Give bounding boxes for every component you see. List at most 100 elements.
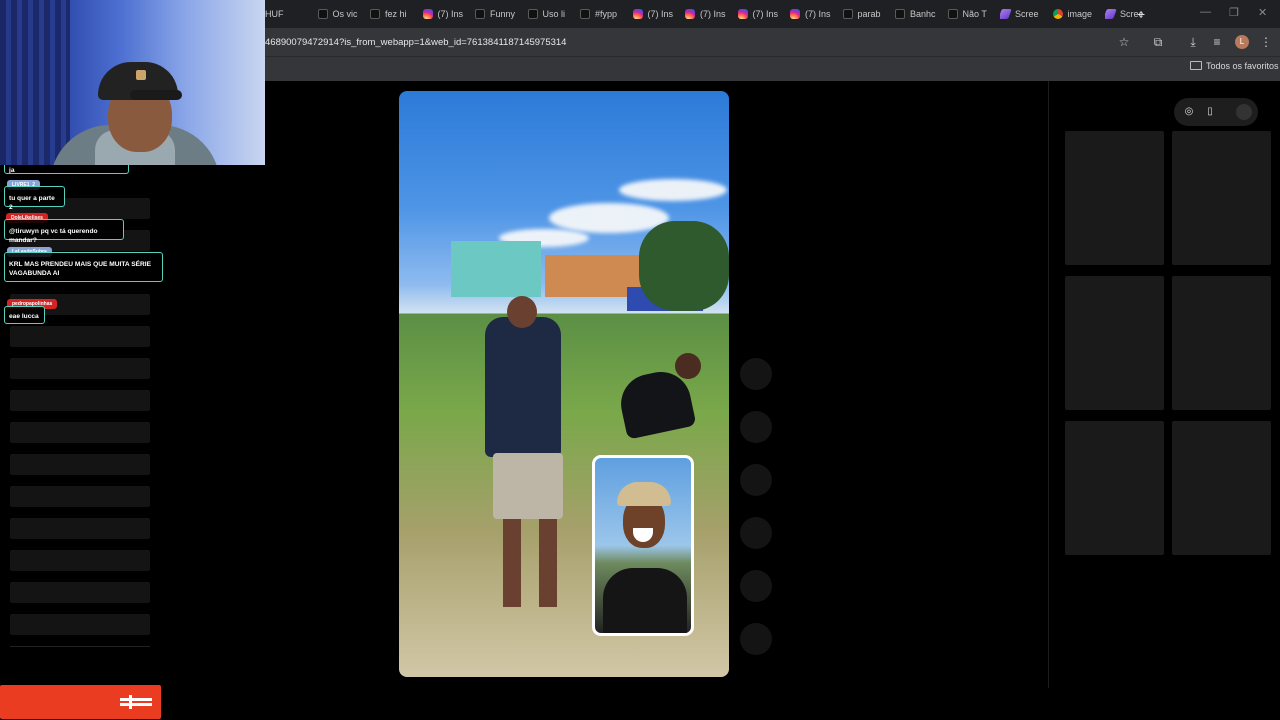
tiktok-icon <box>947 9 958 19</box>
chat-message: tu quer a parte 2 <box>4 186 65 211</box>
browser-tab[interactable]: Os vic <box>317 5 367 23</box>
tab-label: image <box>1067 9 1093 19</box>
video-inset-reaction <box>592 455 694 636</box>
browser-tab[interactable]: (7) Ins <box>737 5 787 23</box>
chat-placeholder-row <box>10 550 150 571</box>
tab-label: HUF <box>265 9 284 19</box>
address-bar-url[interactable]: 46890079472914?is_from_webapp=1&web_id=7… <box>265 37 566 48</box>
media-control-icon[interactable]: ≡ <box>1210 35 1224 49</box>
browser-tab[interactable]: parab <box>842 5 892 23</box>
chat-message: KRL MAS PRENDEU MAIS QUE MUITA SÉRIE VAG… <box>4 252 163 282</box>
tiktok-icon <box>370 9 380 19</box>
compass-icon[interactable]: ◎ <box>1183 106 1195 118</box>
chat-placeholder-row <box>10 486 150 507</box>
tiktok-icon <box>317 9 328 19</box>
browser-tab[interactable]: image <box>1052 5 1102 23</box>
webcam-feed <box>0 0 265 165</box>
chat-placeholder-row <box>10 518 150 539</box>
insta-icon <box>790 9 800 19</box>
extensions-icon[interactable]: ⧉ <box>1151 35 1165 49</box>
comment-button[interactable] <box>740 411 772 443</box>
chat-placeholder-row <box>10 326 150 347</box>
download-icon[interactable]: ⤓ <box>1186 35 1200 49</box>
tiktok-icon <box>475 9 485 19</box>
tab-label: parab <box>857 9 881 19</box>
video-person-leg <box>503 519 521 607</box>
grid-tile[interactable] <box>1172 421 1271 555</box>
bookmark-star-icon[interactable]: ☆ <box>1117 35 1131 49</box>
grid-tile[interactable] <box>1065 131 1164 265</box>
video-building <box>451 241 541 297</box>
insta-icon <box>422 9 433 19</box>
webcam-curtain <box>0 0 70 165</box>
browser-tab[interactable]: fez hi <box>370 5 419 23</box>
browser-tab[interactable]: HUF <box>265 5 314 23</box>
tab-label: Scree <box>1015 9 1039 19</box>
close-window-icon[interactable]: ✕ <box>1258 6 1267 19</box>
browser-tab[interactable]: #fypp <box>580 5 629 23</box>
browser-tab[interactable]: Scree <box>1000 5 1049 23</box>
browser-tab[interactable]: (7) Ins <box>422 5 472 23</box>
tiktok-icon <box>895 9 905 19</box>
tiktok-icon <box>580 9 590 19</box>
tab-label: (7) Ins <box>700 9 726 19</box>
phone-icon[interactable]: ▯ <box>1204 106 1216 118</box>
chat-message: @tiruwyn pq vc tá querendo mandar? <box>4 219 124 244</box>
chat-message-text: eae lucca <box>9 313 39 320</box>
browser-tab[interactable]: Funny <box>475 5 524 23</box>
video-cloud <box>619 179 727 201</box>
sound-button[interactable] <box>740 623 772 655</box>
video-person-head <box>507 296 537 328</box>
more-menu-icon[interactable]: ⋮ <box>1259 35 1273 49</box>
folder-icon <box>1190 61 1202 70</box>
grid-tile[interactable] <box>1065 276 1164 410</box>
video-person-leg <box>539 519 557 607</box>
tab-label: (7) Ins <box>647 9 674 19</box>
chat-message-text: KRL MAS PRENDEU MAIS QUE MUITA SÉRIE VAG… <box>9 261 152 277</box>
browser-tab[interactable]: (7) Ins <box>632 5 682 23</box>
browser-tab[interactable]: (7) Ins <box>685 5 734 23</box>
screencast-icon <box>1105 9 1117 19</box>
save-button[interactable] <box>740 464 772 496</box>
profile-avatar[interactable]: L <box>1235 35 1249 49</box>
new-tab-button[interactable]: + <box>1137 5 1145 23</box>
browser-tab[interactable]: Scree <box>1105 5 1154 23</box>
video-tree <box>639 221 729 311</box>
video-second-person-head <box>675 353 701 379</box>
insta-icon <box>737 9 748 19</box>
grid-tile[interactable] <box>1065 421 1164 555</box>
chat-divider <box>10 646 150 647</box>
tab-label: (7) Ins <box>805 9 831 19</box>
panel-divider <box>1048 81 1049 688</box>
grid-tile[interactable] <box>1172 131 1271 265</box>
all-bookmarks-link[interactable]: Todos os favoritos <box>1206 61 1279 71</box>
browser-tab[interactable]: (7) Ins <box>790 5 839 23</box>
insta-icon <box>632 9 643 19</box>
stream-alert-button[interactable] <box>0 685 161 719</box>
user-avatar[interactable] <box>1236 104 1252 120</box>
insta-icon <box>685 9 695 19</box>
tab-label: Banhc <box>910 9 936 19</box>
browser-tab[interactable]: Banhc <box>895 5 944 23</box>
browser-tab[interactable]: Não T <box>947 5 997 23</box>
tab-label: #fypp <box>595 9 618 19</box>
tab-label: Não T <box>962 9 987 19</box>
minimize-icon[interactable]: — <box>1200 6 1211 18</box>
tab-label: Funny <box>490 9 516 19</box>
inset-cap <box>617 482 671 506</box>
chat-placeholder-row <box>10 422 150 443</box>
browser-tab[interactable]: Uso li <box>527 5 577 23</box>
cap-logo-icon <box>136 70 146 80</box>
maximize-icon[interactable]: ❐ <box>1229 6 1239 19</box>
chrome-icon <box>1052 9 1063 19</box>
chat-placeholder-row <box>10 582 150 603</box>
webcam-cap-brim <box>130 90 182 100</box>
like-button[interactable] <box>740 358 772 390</box>
grid-tile[interactable] <box>1172 276 1271 410</box>
chat-placeholder-row <box>10 358 150 379</box>
share-button[interactable] <box>740 517 772 549</box>
chat-placeholder-row <box>10 390 150 411</box>
tiktok-icon <box>842 9 853 19</box>
screencast-icon <box>1000 9 1012 19</box>
more-actions-button[interactable] <box>740 570 772 602</box>
